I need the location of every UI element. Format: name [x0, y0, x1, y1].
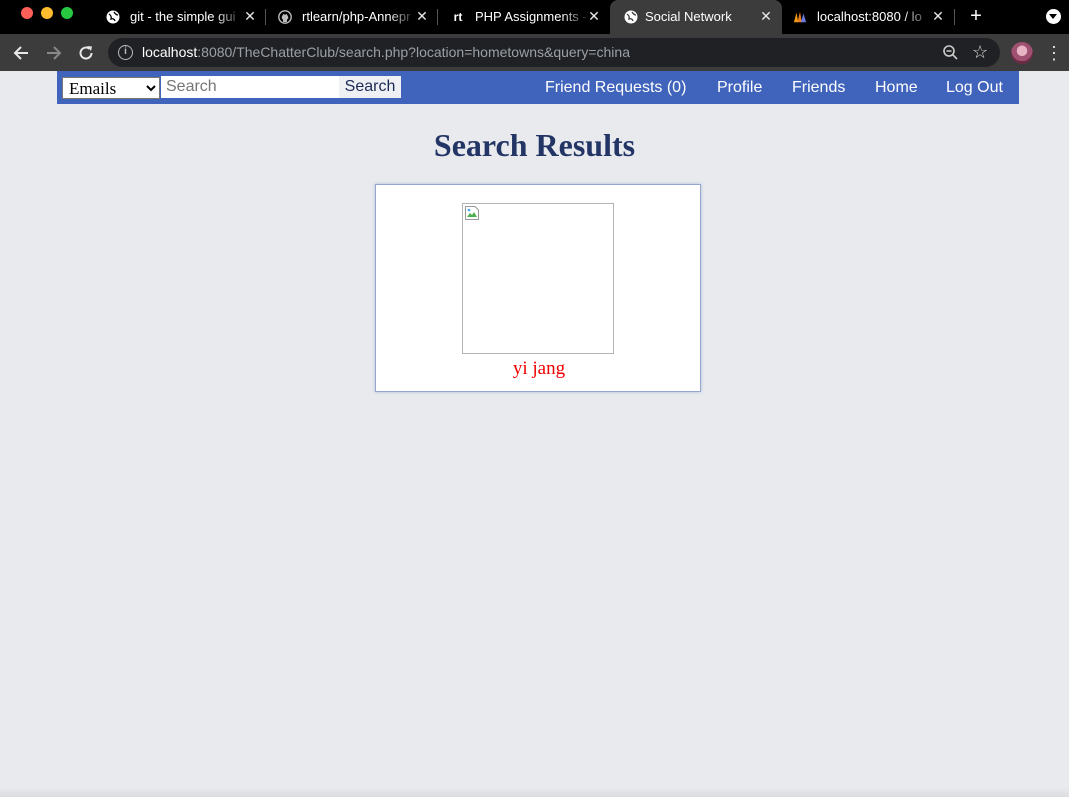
page-title: Search Results	[433, 127, 636, 163]
tab-title: git - the simple gui	[130, 9, 236, 24]
globe-icon	[624, 10, 638, 24]
tab-search-button[interactable]	[1046, 9, 1061, 24]
reload-button[interactable]	[73, 40, 99, 66]
tab-title: rtlearn/php-Annepr	[302, 9, 411, 24]
nav-logout[interactable]: Log Out	[946, 79, 1003, 97]
search-input[interactable]	[161, 76, 340, 98]
close-tab-icon[interactable]: ✕	[414, 8, 430, 24]
search-button[interactable]: Search	[339, 76, 401, 98]
tab-title: PHP Assignments -	[475, 9, 587, 24]
back-button[interactable]	[8, 40, 34, 66]
site-navbar: Emails Search Friend Requests (0) Profil…	[57, 71, 1019, 104]
globe-icon	[106, 10, 120, 24]
minimize-window-button[interactable]	[41, 7, 53, 19]
tab-title: Social Network	[645, 9, 732, 24]
browser-menu-icon[interactable]: ⋮	[1045, 40, 1063, 66]
close-tab-icon[interactable]: ✕	[586, 8, 602, 24]
site-info-icon[interactable]: i	[118, 45, 133, 60]
bookmark-star-icon[interactable]: ☆	[972, 41, 988, 63]
browser-tab-git-gui[interactable]: git - the simple gui ✕	[92, 0, 264, 34]
nav-friends[interactable]: Friends	[792, 79, 845, 97]
tab-title: localhost:8080 / lo	[817, 9, 922, 24]
browser-tab-strip: git - the simple gui ✕ rtlearn/php-Annep…	[0, 0, 1069, 34]
browser-tab-social-network[interactable]: Social Network ✕	[610, 0, 782, 34]
browser-tab-github[interactable]: rtlearn/php-Annepr ✕	[264, 0, 437, 34]
result-user-name[interactable]: yi jang	[376, 358, 702, 380]
nav-friend-requests[interactable]: Friend Requests (0)	[545, 79, 686, 97]
phpmyadmin-icon	[793, 10, 807, 24]
search-result-card[interactable]: yi jang	[375, 184, 701, 392]
search-type-select[interactable]: Emails	[62, 77, 160, 99]
nav-home[interactable]: Home	[875, 79, 918, 97]
close-tab-icon[interactable]: ✕	[930, 8, 946, 24]
browser-toolbar: i localhost:8080/TheChatterClub/search.p…	[0, 34, 1069, 71]
broken-image-icon	[465, 206, 479, 220]
close-tab-icon[interactable]: ✕	[242, 8, 258, 24]
nav-profile[interactable]: Profile	[717, 79, 762, 97]
profile-photo[interactable]	[462, 203, 614, 354]
browser-tab-phpmyadmin[interactable]: localhost:8080 / lo ✕	[782, 0, 954, 34]
profile-avatar[interactable]	[1011, 42, 1033, 64]
zoom-out-icon[interactable]	[942, 44, 959, 61]
rt-logo-icon: rt	[453, 10, 463, 24]
close-window-button[interactable]	[21, 7, 33, 19]
github-icon	[278, 10, 292, 24]
forward-button[interactable]	[41, 40, 67, 66]
url-text: localhost:8080/TheChatterClub/search.php…	[142, 44, 630, 60]
page-viewport: Emails Search Friend Requests (0) Profil…	[0, 71, 1069, 797]
new-tab-button[interactable]: +	[966, 6, 986, 26]
close-tab-icon[interactable]: ✕	[758, 8, 774, 24]
zoom-window-button[interactable]	[61, 7, 73, 19]
address-bar[interactable]: i localhost:8080/TheChatterClub/search.p…	[108, 38, 1000, 67]
browser-tab-php-assignments[interactable]: rt PHP Assignments - ✕	[437, 0, 610, 34]
